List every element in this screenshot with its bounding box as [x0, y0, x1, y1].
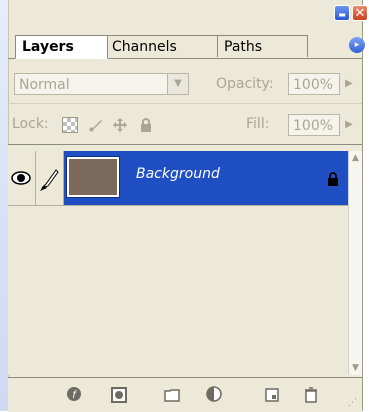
tab-channels[interactable]: Channels	[106, 35, 218, 57]
lock-transparent-icon[interactable]	[62, 117, 78, 133]
bottom-toolbar: f ⋰	[8, 377, 362, 412]
layers-list: Background ▲ ▼	[8, 145, 362, 375]
opacity-slider-button[interactable]: ▶	[339, 73, 359, 95]
mask-icon[interactable]	[110, 386, 128, 404]
layer-name: Background	[136, 166, 220, 182]
trash-icon[interactable]	[302, 386, 320, 404]
lock-position-move-icon[interactable]	[112, 117, 128, 133]
layer-link-cell[interactable]	[36, 151, 64, 205]
folder-icon[interactable]	[163, 386, 181, 404]
close-icon: ✕	[354, 6, 366, 21]
lock-label: Lock:	[12, 116, 49, 132]
tab-layers[interactable]: Layers	[15, 35, 108, 59]
fill-field[interactable]: 100%	[288, 114, 340, 136]
scroll-up-icon[interactable]: ▲	[349, 151, 362, 165]
lock-image-brush-icon[interactable]	[88, 117, 104, 133]
fill-slider-button[interactable]: ▶	[339, 114, 359, 136]
lock-all-icon[interactable]	[138, 117, 154, 133]
layer-selected-area[interactable]: Background	[64, 151, 348, 205]
chevron-right-icon: ▸	[354, 40, 360, 50]
tab-bar: Layers Channels Paths ▸	[8, 33, 365, 59]
tab-paths[interactable]: Paths	[218, 35, 308, 57]
blend-options-row: Normal ▼ Opacity: 100% ▶	[8, 69, 362, 104]
layer-style-icon[interactable]: f	[66, 386, 84, 404]
fill-label: Fill:	[246, 116, 270, 132]
new-layer-icon[interactable]	[263, 386, 281, 404]
brush-icon	[40, 169, 59, 191]
opacity-label: Opacity:	[216, 76, 274, 92]
layers-scrollbar[interactable]: ▲ ▼	[348, 151, 362, 375]
panel-menu-button[interactable]: ▸	[349, 37, 365, 53]
blend-mode-value: Normal	[19, 77, 70, 93]
minimize-button[interactable]: ▬	[334, 5, 350, 21]
layer-thumbnail	[66, 156, 120, 198]
chevron-down-icon: ▼	[167, 74, 188, 94]
blend-mode-select[interactable]: Normal ▼	[14, 73, 189, 95]
adjustment-icon[interactable]	[206, 386, 224, 404]
close-button[interactable]: ✕	[352, 5, 368, 21]
layer-row[interactable]: Background	[8, 151, 348, 206]
visibility-toggle[interactable]	[8, 151, 36, 205]
opacity-field[interactable]: 100%	[288, 73, 340, 95]
resize-grip-icon[interactable]: ⋰	[348, 398, 357, 408]
lock-icon	[328, 172, 338, 186]
minimize-icon: ▬	[338, 10, 346, 19]
eye-icon	[11, 171, 31, 185]
scroll-down-icon[interactable]: ▼	[349, 361, 362, 375]
lock-options-row: Lock: Fill: 100% ▶	[8, 108, 362, 145]
